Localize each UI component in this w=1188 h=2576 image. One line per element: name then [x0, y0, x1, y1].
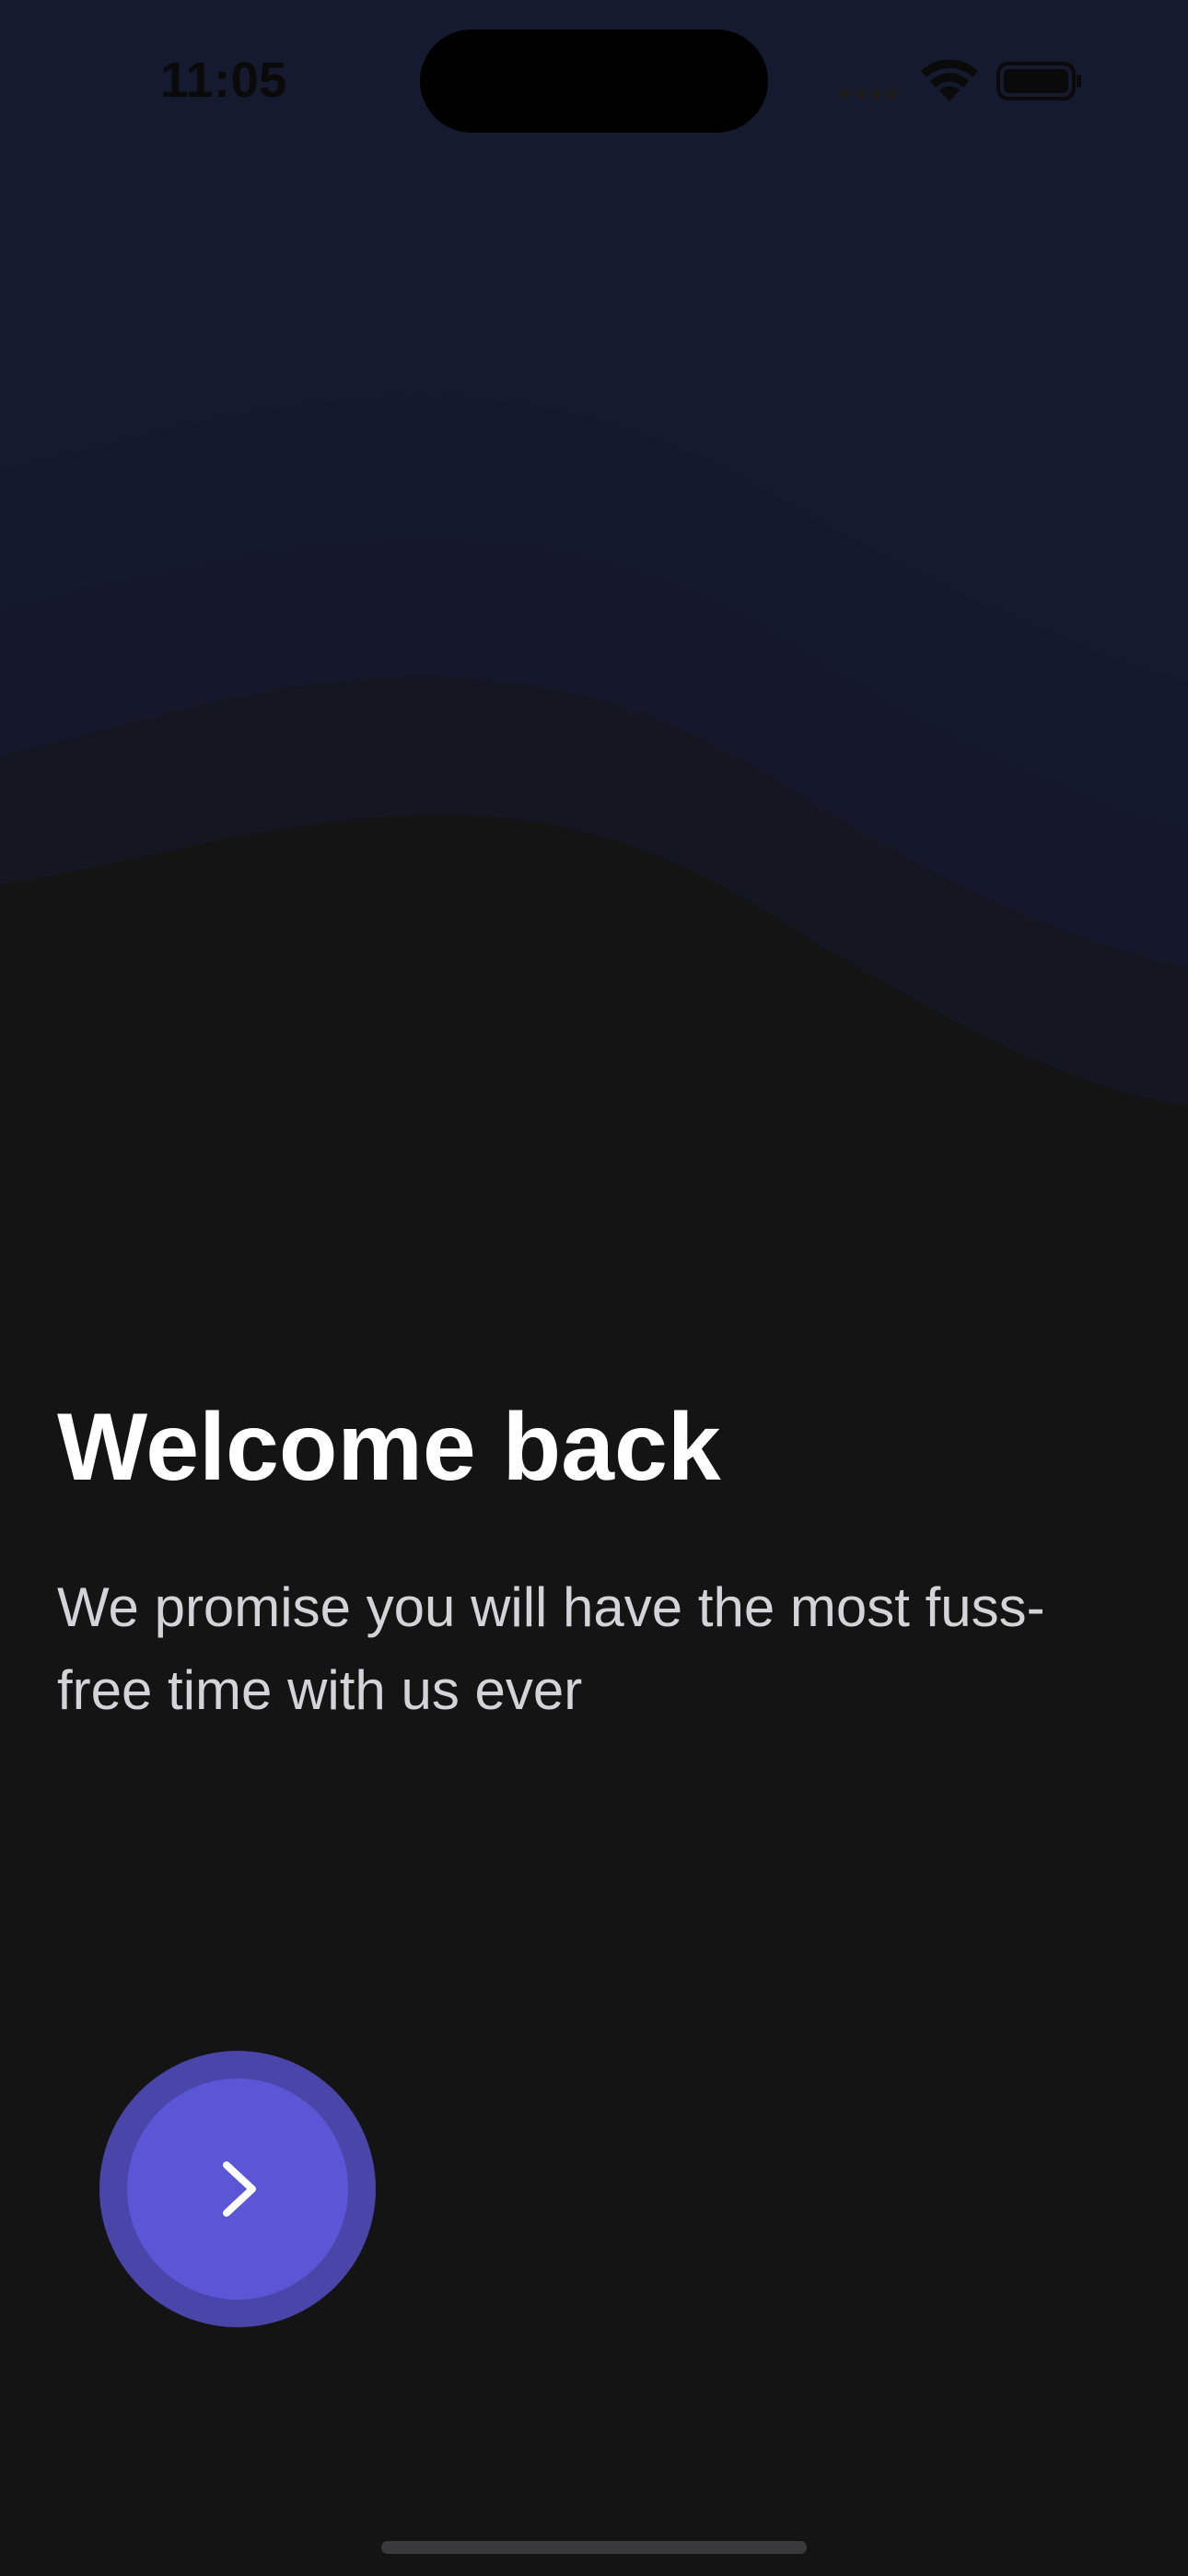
status-bar: 11:05 [0, 0, 1188, 157]
dynamic-island [420, 29, 768, 133]
chevron-right-icon [223, 2161, 256, 2217]
next-button[interactable] [99, 2051, 376, 2327]
background-waves [0, 0, 1188, 1198]
welcome-title: Welcome back [57, 1394, 721, 1501]
battery-icon [996, 62, 1081, 100]
status-time: 11:05 [160, 53, 287, 108]
welcome-screen: 11:05 Welcome back We promise you will h… [0, 0, 1188, 2576]
home-indicator[interactable] [381, 2541, 807, 2554]
wifi-icon [921, 59, 978, 101]
next-button-inner [127, 2078, 348, 2300]
cellular-signal-icon [840, 87, 904, 99]
welcome-subtitle: We promise you will have the most fuss-f… [57, 1576, 1045, 1721]
